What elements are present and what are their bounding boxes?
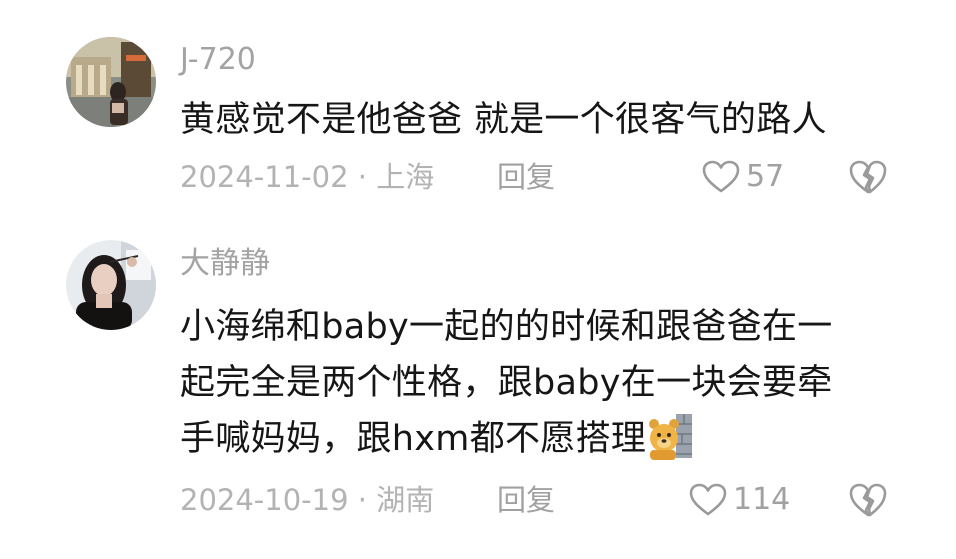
username[interactable]: J-720	[180, 43, 256, 77]
heart-icon	[689, 483, 727, 516]
user-photo-avatar-image	[66, 240, 156, 330]
comment-meta: 2024-10-19 · 湖南 回复 114	[0, 478, 956, 522]
comment-text-line: 小海绵和baby一起的的时候和跟爸爸在一	[180, 307, 833, 347]
like-count: 114	[733, 482, 791, 517]
date-location: 2024-11-02 · 上海	[180, 160, 435, 194]
reply-button[interactable]: 回复	[497, 159, 555, 195]
broken-heart-icon	[849, 160, 887, 194]
avatar[interactable]	[66, 240, 156, 330]
comment-text-line: 手喊妈妈，跟hxm都不愿搭理	[180, 411, 880, 467]
date-location: 2024-10-19 · 湖南	[180, 483, 435, 517]
comment-text-line: 黄感觉不是他爸爸 就是一个很客气的路人	[180, 100, 827, 140]
user-photo-avatar-image	[66, 37, 156, 127]
heart-icon	[702, 160, 740, 193]
comment-meta: 2024-11-02 · 上海 回复 57	[0, 155, 956, 199]
like-button[interactable]: 57	[702, 157, 784, 197]
bear-peeking-emoji	[648, 412, 694, 460]
comment-text-segment: 手喊妈妈，跟hxm都不愿搭理	[180, 419, 647, 459]
like-button[interactable]: 114	[689, 480, 790, 520]
bear-peeking-icon	[649, 414, 693, 460]
username[interactable]: 大静静	[180, 247, 270, 281]
comment-text-line: 起完全是两个性格，跟baby在一块会要牵	[180, 363, 833, 403]
reply-button[interactable]: 回复	[497, 482, 555, 518]
like-count: 57	[746, 159, 785, 194]
comment-item: J-720 黄感觉不是他爸爸 就是一个很客气的路人 2024-11-02 · 上…	[0, 0, 956, 215]
dislike-button[interactable]	[848, 157, 888, 197]
comment-text: 黄感觉不是他爸爸 就是一个很客气的路人	[180, 92, 880, 148]
broken-heart-icon	[849, 483, 887, 517]
avatar[interactable]	[66, 37, 156, 127]
comment-text: 小海绵和baby一起的的时候和跟爸爸在一 起完全是两个性格，跟baby在一块会要…	[180, 299, 880, 467]
dislike-button[interactable]	[848, 480, 888, 520]
comment-item: 大静静 小海绵和baby一起的的时候和跟爸爸在一 起完全是两个性格，跟baby在…	[0, 225, 956, 559]
